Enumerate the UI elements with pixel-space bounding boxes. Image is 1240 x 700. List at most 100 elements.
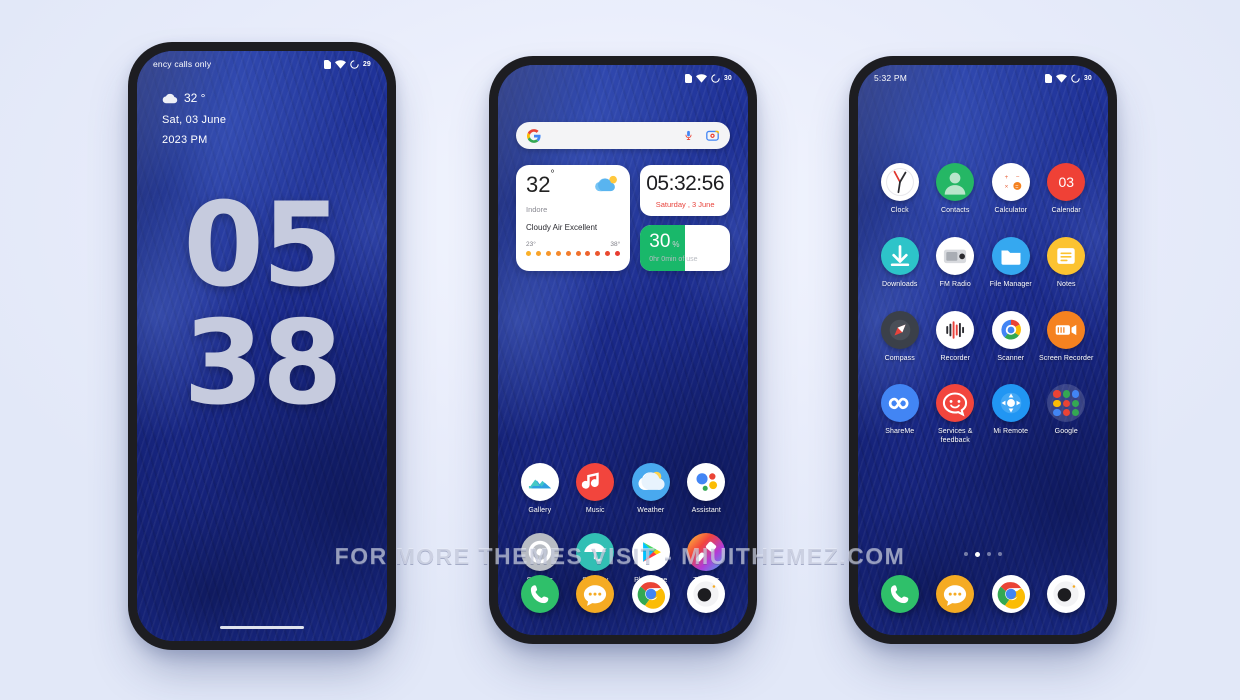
cloud-icon	[162, 93, 178, 104]
sim-icon	[323, 59, 331, 69]
app-file-manager[interactable]: File Manager	[983, 236, 1039, 290]
app-calculator[interactable]: + − × = Calculator	[983, 163, 1039, 216]
calculator-icon: + − × =	[991, 163, 1030, 201]
weather-dot	[565, 251, 571, 256]
page-dot[interactable]	[975, 552, 980, 557]
app-shareme[interactable]: ShareMe	[872, 384, 928, 446]
folder-mini-icon	[1053, 390, 1061, 398]
dock-chrome[interactable]	[991, 575, 1030, 613]
app-weather[interactable]: Weather	[623, 463, 679, 516]
app-label: Calculator	[994, 207, 1027, 214]
screen-2: 30 32° Indore Cloudy Air Excellent 23° 3…	[498, 65, 748, 635]
folder-mini-icon	[1053, 408, 1061, 417]
lockscreen-weather[interactable]: 32 °	[162, 91, 226, 105]
dock-messages[interactable]	[936, 575, 975, 613]
app-downloads[interactable]: Downloads	[872, 236, 928, 290]
battery-charging-icon	[350, 59, 359, 69]
dock-messages[interactable]	[576, 575, 615, 613]
app-label: Assistant	[691, 507, 721, 514]
fm-radio-icon	[936, 236, 975, 275]
dock-phone[interactable]	[520, 575, 559, 613]
dock-camera[interactable]	[1047, 575, 1086, 613]
google-g-icon	[527, 128, 541, 143]
dock-home	[512, 575, 734, 613]
app-recorder[interactable]: Recorder	[928, 310, 984, 364]
svg-text:=: =	[1015, 184, 1018, 190]
play-store-icon	[631, 532, 670, 571]
app-calendar[interactable]: 03 Calendar	[1039, 163, 1095, 216]
status-bar-2: 30	[498, 65, 748, 91]
app-assistant[interactable]: Assistant	[679, 463, 735, 516]
home-indicator[interactable]	[220, 625, 304, 629]
weather-widget[interactable]: 32° Indore Cloudy Air Excellent 23° 38°	[516, 165, 631, 271]
app-mi-remote[interactable]: Mi Remote	[983, 384, 1039, 446]
app-notes[interactable]: Notes	[1039, 236, 1095, 290]
app-google[interactable]: Google	[1039, 384, 1095, 446]
status-icons-3: 30	[1044, 73, 1092, 83]
recorder-icon	[936, 310, 975, 349]
battery-widget-usage: 0hr 0min of use	[649, 256, 698, 263]
shareme-icon	[880, 384, 919, 423]
lockscreen-date: Sat, 03 June	[162, 114, 227, 126]
weather-dot	[575, 251, 581, 256]
app-services-feedback[interactable]: Services & feedback	[928, 384, 984, 446]
lens-icon[interactable]	[706, 129, 719, 142]
folder-mini-icon	[1062, 399, 1070, 407]
right-widgets: 05:32:56 Saturday , 3 June 30% 0hr 0min …	[640, 165, 730, 271]
folder-mini-icon	[1053, 399, 1061, 407]
phone-app-drawer: 5:32 PM 30 Clock Contacts + − × = Calculator 03…	[849, 56, 1117, 644]
battery-widget-percent: 30%	[649, 231, 680, 252]
page-dot[interactable]	[964, 552, 968, 556]
page-dot[interactable]	[998, 552, 1002, 556]
scanner-icon	[991, 310, 1030, 349]
app-grid-home: GalleryMusicWeatherAssistantSettingsSecu…	[512, 463, 734, 586]
status-bar-3: 5:32 PM 30	[858, 65, 1108, 91]
themes-icon	[687, 532, 726, 571]
app-contacts[interactable]: Contacts	[928, 163, 984, 216]
app-label: File Manager	[989, 280, 1032, 288]
lockscreen-info: 32 ° Sat, 03 June 2023 PM	[162, 91, 226, 146]
page-dot[interactable]	[987, 552, 991, 556]
screen-3: 5:32 PM 30 Clock Contacts + − × = Calculator 03…	[858, 65, 1108, 635]
notes-icon	[1047, 236, 1086, 275]
app-gallery[interactable]: Gallery	[512, 463, 568, 516]
app-label: Gallery	[528, 507, 552, 514]
phone-homescreen: 30 32° Indore Cloudy Air Excellent 23° 3…	[489, 56, 757, 644]
folder-mini-icon	[1062, 408, 1070, 417]
dock-phone[interactable]	[880, 575, 919, 613]
dock-chrome[interactable]	[631, 575, 670, 613]
clock-widget[interactable]: 05:32:56 Saturday , 3 June	[640, 165, 730, 216]
weather-low: 23°	[526, 241, 536, 248]
app-label: Services & feedback	[938, 428, 973, 444]
app-music[interactable]: Music	[568, 463, 624, 516]
app-label: FM Radio	[939, 280, 971, 288]
weather-icon	[631, 463, 670, 501]
gallery-icon	[520, 463, 559, 501]
clock-widget-time: 05:32:56	[646, 172, 724, 195]
app-clock[interactable]: Clock	[872, 163, 928, 216]
weather-high: 38°	[610, 241, 621, 248]
weather-gradient-dots	[526, 251, 621, 256]
battery-percent-3: 30	[1083, 74, 1092, 82]
folder-icon	[991, 236, 1030, 275]
wifi-icon	[334, 59, 346, 69]
battery-charging-icon	[1071, 73, 1080, 83]
app-label: Scanner	[997, 354, 1025, 362]
app-label: Compass	[884, 354, 915, 362]
mic-icon[interactable]	[683, 129, 694, 142]
lockscreen-clock: 05 38	[137, 187, 387, 421]
app-scanner[interactable]: Scanner	[983, 310, 1039, 364]
dock-drawer	[872, 575, 1094, 613]
app-compass[interactable]: Compass	[872, 310, 928, 364]
app-label: Downloads	[881, 280, 918, 288]
dock-camera[interactable]	[687, 575, 726, 613]
lockscreen-temp: 32 °	[184, 91, 206, 105]
folder-mini-icon	[1071, 408, 1080, 417]
settings-icon	[520, 532, 559, 571]
battery-widget[interactable]: 30% 0hr 0min of use	[640, 225, 730, 271]
app-fm-radio[interactable]: FM Radio	[928, 236, 984, 290]
app-screen-recorder[interactable]: Screen Recorder	[1039, 310, 1095, 364]
google-search-bar[interactable]	[516, 122, 730, 149]
page-indicator[interactable]	[858, 552, 1108, 557]
status-icons-1: 29	[323, 59, 371, 69]
